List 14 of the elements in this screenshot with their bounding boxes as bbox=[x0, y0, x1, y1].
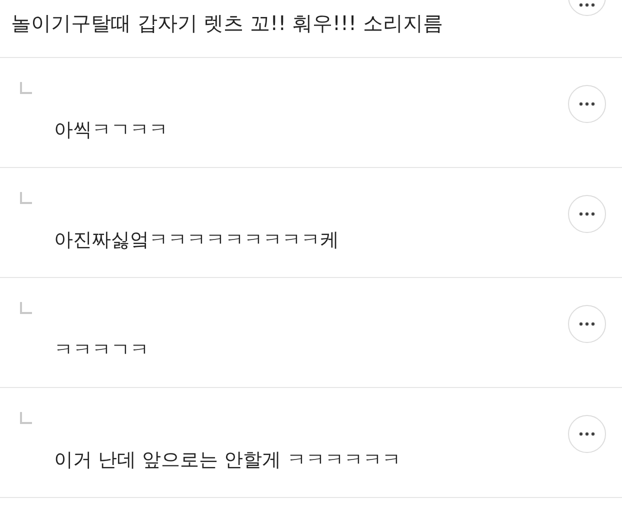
more-icon bbox=[579, 102, 595, 106]
reply-text: ㅋㅋㅋㄱㅋ bbox=[54, 338, 149, 363]
more-icon bbox=[579, 432, 595, 436]
reply-text: 아진짜싫엌ㅋㅋㅋㅋㅋㅋㅋㅋㅋ케 bbox=[54, 228, 339, 253]
more-icon bbox=[579, 212, 595, 216]
reply-icon bbox=[20, 302, 32, 314]
more-icon bbox=[579, 322, 595, 326]
reply-text: 이거 난데 앞으로는 안할게 ㅋㅋㅋㅋㅋㅋ bbox=[54, 448, 402, 473]
reply-text: 아씩ㅋㄱㅋㅋ bbox=[54, 118, 168, 143]
more-icon bbox=[579, 3, 595, 7]
reply-icon bbox=[20, 192, 32, 204]
comment-text: 놀이기구탈때 갑자기 렛츠 꼬!! 훠우!!! 소리지름 bbox=[11, 10, 443, 37]
reply-icon bbox=[20, 412, 32, 424]
reply-icon bbox=[20, 82, 32, 94]
